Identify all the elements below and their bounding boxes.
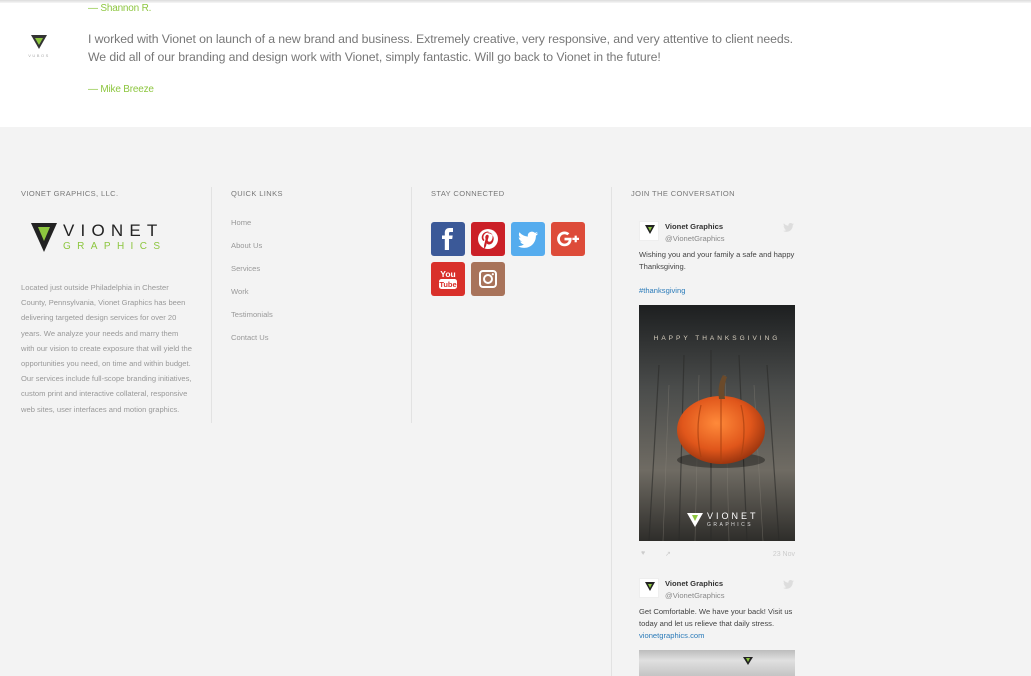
tweet-time[interactable]: 23 Nov xyxy=(773,551,795,558)
company-description: Located just outside Philadelphia in Che… xyxy=(21,283,192,414)
testimonial-author: — Mike Breeze xyxy=(88,84,154,95)
tweet-author-name[interactable]: Vionet Graphics xyxy=(665,579,723,588)
twitter-bird-icon[interactable] xyxy=(783,223,794,232)
share-icon[interactable]: ↗ xyxy=(665,550,671,558)
quick-links-heading: QUICK LINKS xyxy=(231,189,283,198)
conversation-heading: JOIN THE CONVERSATION xyxy=(631,189,735,198)
quick-link-about-us[interactable]: About Us xyxy=(231,241,262,250)
testimonial-quote: I worked with Vionet on launch of a new … xyxy=(88,32,793,64)
logo-word: VIONET xyxy=(63,221,164,240)
google-plus-icon[interactable] xyxy=(551,222,585,256)
avatar[interactable] xyxy=(639,221,659,241)
instagram-icon[interactable] xyxy=(471,262,505,296)
client-logo-accent xyxy=(35,38,43,45)
quick-link-contact-us[interactable]: Contact Us xyxy=(231,333,269,342)
avatar[interactable] xyxy=(639,578,659,598)
company-heading: VIONET GRAPHICS, LLC. xyxy=(21,189,119,198)
testimonial-author: — Shannon R. xyxy=(88,3,152,14)
youtube-icon[interactable]: You Tube xyxy=(431,262,465,296)
tweet-text: Get Comfortable. We have your back! Visi… xyxy=(639,607,793,628)
tweet-author-name[interactable]: Vionet Graphics xyxy=(665,222,723,231)
tweet-image-caption: HAPPY THANKSGIVING xyxy=(654,335,781,342)
tweet-text: Wishing you and your family a safe and h… xyxy=(639,250,795,271)
heart-icon[interactable]: ♥ xyxy=(641,550,645,557)
quick-link-services[interactable]: Services xyxy=(231,264,260,273)
tweet-image[interactable]: HAPPY THANKSGIVING VIONET GRAPHICS xyxy=(639,305,795,541)
facebook-icon[interactable] xyxy=(431,222,465,256)
avatar-mark-accent xyxy=(648,227,652,231)
quick-link-testimonials[interactable]: Testimonials xyxy=(231,310,273,319)
tweet-actions: ♥ ↗ 23 Nov xyxy=(639,550,795,560)
tweet-image-logo-word: VIONET xyxy=(707,511,759,521)
tweet-image[interactable] xyxy=(639,650,795,676)
column-divider xyxy=(611,187,612,676)
client-logo: VUBOS xyxy=(24,35,54,65)
client-logo-caption: VUBOS xyxy=(28,53,50,58)
tweet-link[interactable]: vionetgraphics.com xyxy=(639,630,799,642)
tweet-author-handle[interactable]: @VionetGraphics xyxy=(665,591,725,600)
logo-subword: GRAPHICS xyxy=(63,241,167,252)
quick-link-home[interactable]: Home xyxy=(231,218,251,227)
youtube-label-top: You xyxy=(440,269,455,279)
vionet-logo[interactable]: VIONET GRAPHICS xyxy=(31,221,181,254)
quick-link-work[interactable]: Work xyxy=(231,287,249,296)
stay-connected-heading: STAY CONNECTED xyxy=(431,189,505,198)
logo-mark-accent xyxy=(38,227,50,241)
twitter-icon[interactable] xyxy=(511,222,545,256)
twitter-bird-icon[interactable] xyxy=(783,580,794,589)
tweet-author-handle[interactable]: @VionetGraphics xyxy=(665,234,725,243)
tweet-image-logo-sub: GRAPHICS xyxy=(707,522,753,528)
tweet-hashtag-link[interactable]: #thanksgiving xyxy=(639,285,799,297)
avatar-mark-accent xyxy=(648,584,652,588)
youtube-label-bottom: Tube xyxy=(439,280,456,289)
pinterest-icon[interactable] xyxy=(471,222,505,256)
column-divider xyxy=(211,187,212,423)
column-divider xyxy=(411,187,412,423)
